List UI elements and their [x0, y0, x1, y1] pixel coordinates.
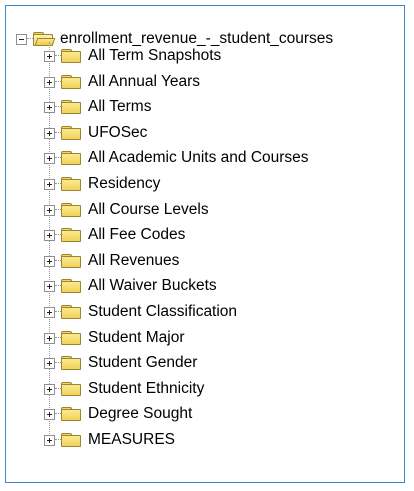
- tree-panel: enrollment_revenue_-_student_courses All…: [5, 5, 405, 483]
- tree-node-label: All Revenues: [88, 252, 180, 269]
- folder-tree: enrollment_revenue_-_student_courses All…: [6, 6, 404, 482]
- tree-node-label: Student Major: [88, 329, 185, 346]
- expand-icon[interactable]: [44, 280, 55, 292]
- expand-icon[interactable]: [44, 255, 55, 267]
- tree-node-label: Student Gender: [88, 354, 198, 371]
- tree-node-label: Residency: [88, 175, 161, 192]
- expand-icon[interactable]: [44, 76, 55, 88]
- tree-node-label: UFOSec: [88, 124, 148, 141]
- folder-icon: [61, 99, 83, 115]
- expand-icon[interactable]: [44, 383, 55, 395]
- tree-node[interactable]: All Waiver Buckets: [44, 276, 217, 296]
- tree-node-label: MEASURES: [88, 431, 175, 448]
- folder-icon: [61, 176, 83, 192]
- folder-icon: [61, 406, 83, 422]
- tree-node-label: All Terms: [88, 98, 152, 115]
- tree-node[interactable]: All Academic Units and Courses: [44, 148, 309, 168]
- tree-node[interactable]: All Course Levels: [44, 200, 209, 220]
- tree-node[interactable]: Student Ethnicity: [44, 379, 204, 399]
- expand-icon[interactable]: [44, 434, 55, 446]
- folder-icon: [61, 227, 83, 243]
- expand-icon[interactable]: [44, 101, 55, 113]
- tree-node[interactable]: Residency: [44, 174, 160, 194]
- tree-node[interactable]: Student Major: [44, 328, 185, 348]
- tree-node[interactable]: All Revenues: [44, 251, 179, 271]
- tree-node-label: All Waiver Buckets: [88, 277, 217, 294]
- collapse-icon[interactable]: [16, 33, 27, 45]
- folder-icon: [61, 355, 83, 371]
- expand-icon[interactable]: [44, 332, 55, 344]
- folder-icon: [61, 278, 83, 294]
- tree-node[interactable]: All Term Snapshots: [44, 46, 221, 66]
- expand-icon[interactable]: [44, 178, 55, 190]
- tree-node[interactable]: All Terms: [44, 97, 151, 117]
- tree-node[interactable]: MEASURES: [44, 430, 175, 450]
- folder-open-icon: [33, 31, 56, 47]
- folder-icon: [61, 202, 83, 218]
- folder-icon: [61, 48, 83, 64]
- folder-icon: [61, 253, 83, 269]
- tree-node-label: Degree Sought: [88, 405, 193, 422]
- expand-icon[interactable]: [44, 204, 55, 216]
- tree-node-label: All Term Snapshots: [88, 47, 222, 64]
- tree-node-label: All Fee Codes: [88, 226, 186, 243]
- tree-node-label: Student Ethnicity: [88, 380, 205, 397]
- expand-icon[interactable]: [44, 152, 55, 164]
- folder-icon: [61, 304, 83, 320]
- expand-icon[interactable]: [44, 306, 55, 318]
- tree-node-label: Student Classification: [88, 303, 238, 320]
- tree-node[interactable]: All Annual Years: [44, 72, 200, 92]
- folder-icon: [61, 125, 83, 141]
- expand-icon[interactable]: [44, 50, 55, 62]
- folder-icon: [61, 74, 83, 90]
- folder-icon: [61, 330, 83, 346]
- tree-node[interactable]: Degree Sought: [44, 404, 192, 424]
- tree-node[interactable]: All Fee Codes: [44, 225, 185, 245]
- expand-icon[interactable]: [44, 408, 55, 420]
- tree-node-label: All Course Levels: [88, 201, 209, 218]
- tree-node-label: All Academic Units and Courses: [88, 149, 309, 166]
- expand-icon[interactable]: [44, 357, 55, 369]
- expand-icon[interactable]: [44, 127, 55, 139]
- tree-node[interactable]: Student Classification: [44, 302, 237, 322]
- folder-icon: [61, 432, 83, 448]
- tree-node[interactable]: UFOSec: [44, 123, 147, 143]
- tree-node-label: All Annual Years: [88, 73, 201, 90]
- expand-icon[interactable]: [44, 229, 55, 241]
- folder-icon: [61, 150, 83, 166]
- folder-icon: [61, 381, 83, 397]
- tree-node[interactable]: Student Gender: [44, 353, 197, 373]
